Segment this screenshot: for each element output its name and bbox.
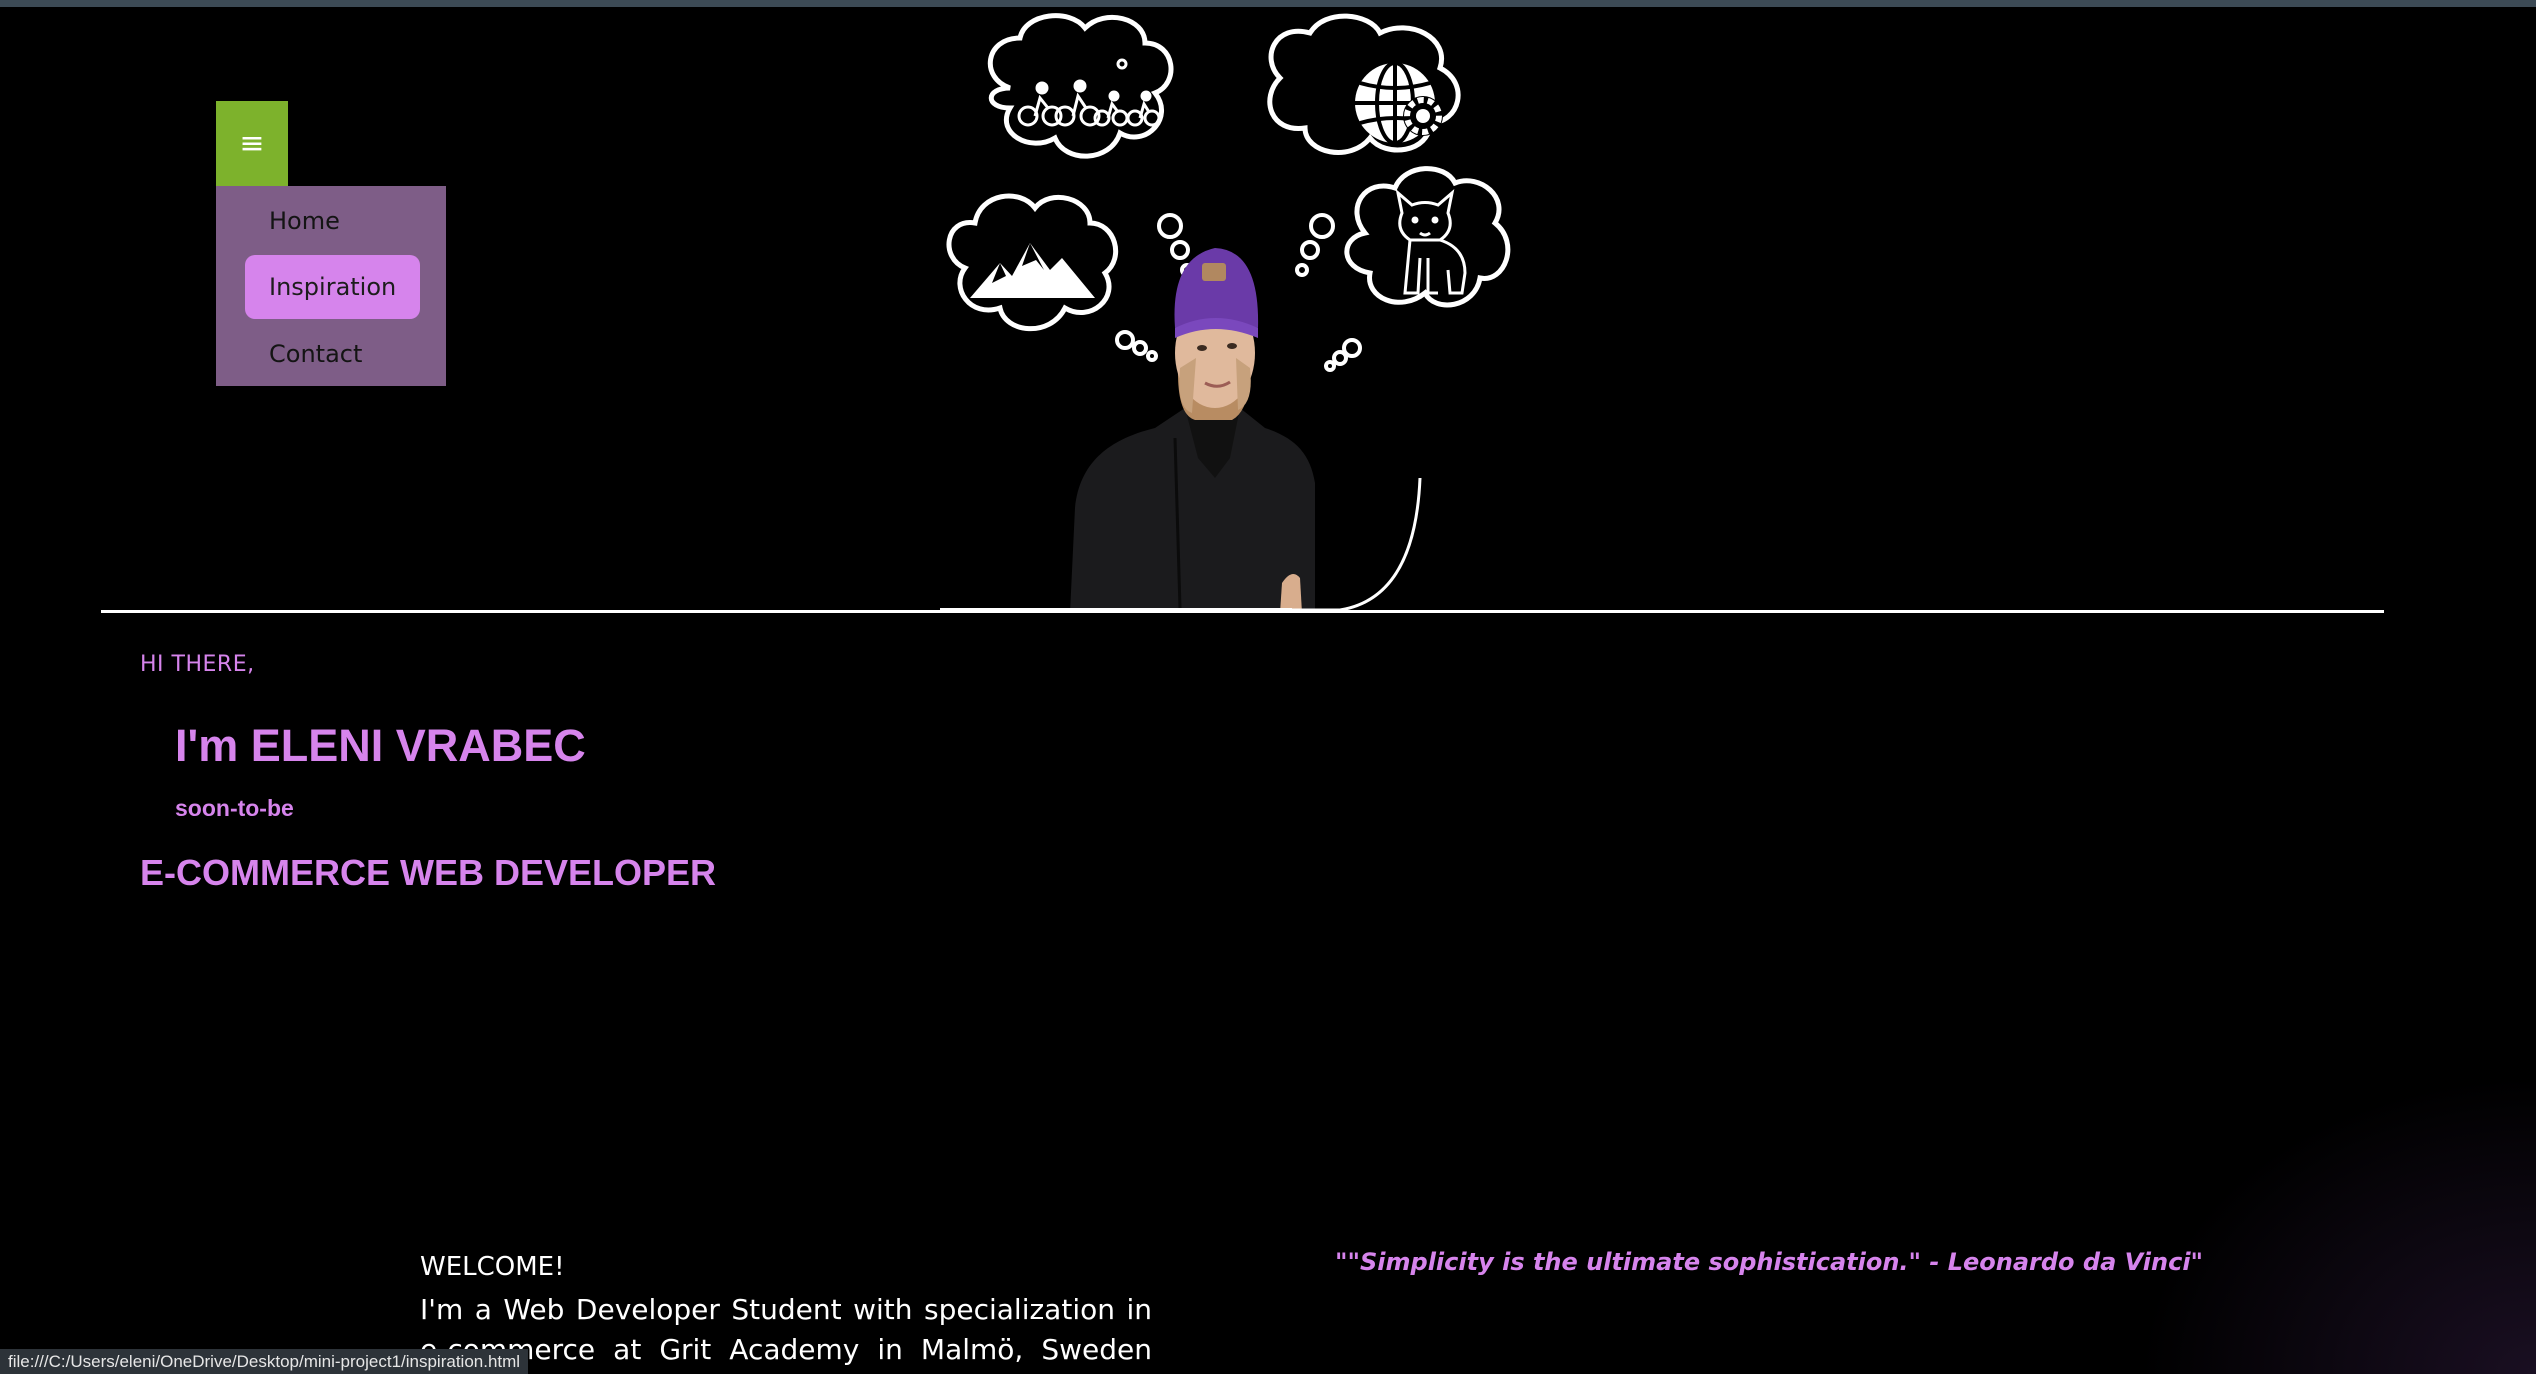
status-bar-url: file:///C:/Users/eleni/OneDrive/Desktop/… — [0, 1349, 529, 1374]
welcome-heading: WELCOME! — [420, 1252, 565, 1282]
header-divider — [101, 610, 2384, 613]
nav-item-contact[interactable]: Contact — [245, 322, 386, 386]
role-heading: E-COMMERCE WEB DEVELOPER — [140, 852, 717, 893]
about-text: I'm a Web Developer Student with special… — [420, 1293, 1152, 1374]
page: ≡ Home Inspiration Contact HI THERE, I'm… — [0, 0, 2536, 1374]
window-top-strip — [0, 0, 2536, 7]
subtitle: soon-to-be — [175, 795, 294, 821]
background-glow — [2136, 1074, 2536, 1374]
nav-item-inspiration[interactable]: Inspiration — [245, 255, 421, 319]
name-heading: I'm ELENI VRABEC — [175, 720, 586, 771]
profile-photo — [1070, 248, 1315, 613]
hero-illustration — [940, 8, 1540, 613]
nav-item-home[interactable]: Home — [245, 189, 364, 253]
greeting: HI THERE, — [140, 652, 255, 677]
quote: ""Simplicity is the ultimate sophisticat… — [1335, 1248, 2204, 1276]
menu-toggle-button[interactable]: ≡ — [216, 101, 288, 186]
nav-menu: Home Inspiration Contact — [216, 186, 446, 386]
hamburger-icon: ≡ — [239, 126, 265, 161]
